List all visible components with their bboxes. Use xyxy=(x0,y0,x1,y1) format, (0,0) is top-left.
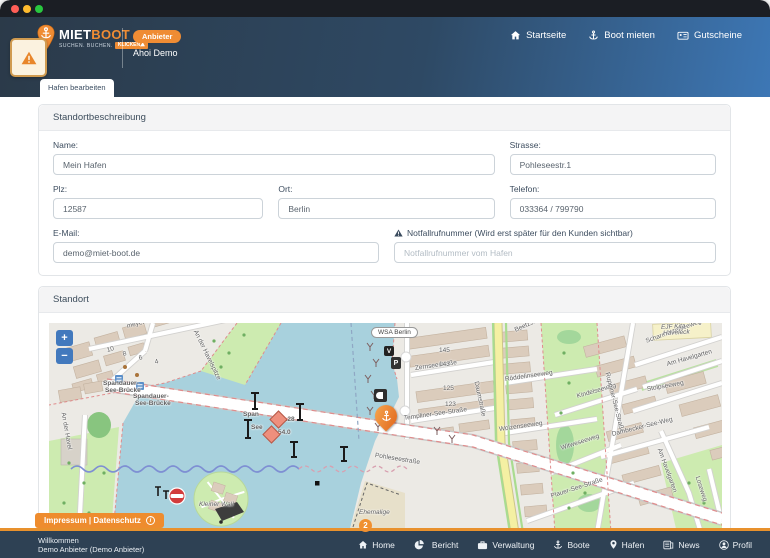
tab-hafen-bearbeiten[interactable]: Hafen bearbeiten xyxy=(40,79,114,97)
map-label: Ehemalige xyxy=(359,509,390,516)
map-label: 125 xyxy=(443,385,454,392)
map-label: See xyxy=(251,424,263,431)
user-icon xyxy=(719,540,729,550)
ort-label: Ort: xyxy=(278,184,494,194)
warning-triangle-icon xyxy=(21,51,37,65)
map-label: Span xyxy=(243,411,259,418)
plz-label: Plz: xyxy=(53,184,263,194)
welcome-text: Willkommen Demo Anbieter (Demo Anbieter) xyxy=(38,536,144,554)
anchor-icon xyxy=(381,410,392,423)
alert-button[interactable] xyxy=(10,38,47,77)
navbar-divider xyxy=(122,28,123,68)
dock-icon xyxy=(374,389,387,402)
footer-item-news[interactable]: News xyxy=(663,540,699,550)
map-label: Haveleck xyxy=(663,329,690,337)
map-label: 143 xyxy=(439,361,450,368)
telefon-label: Telefon: xyxy=(510,184,716,194)
footer-item-boote[interactable]: Boote xyxy=(553,540,589,550)
app-window: MIETBOOT SUCHEN. BUCHEN. KLICKEN Anbiete… xyxy=(0,0,770,558)
nav-item-startseite[interactable]: Startseite xyxy=(510,30,566,41)
strasse-field[interactable] xyxy=(510,154,716,175)
pie-chart-icon xyxy=(414,540,424,550)
name-field[interactable] xyxy=(53,154,495,175)
provider-role-badge: Anbieter xyxy=(133,30,181,43)
parking-icon: P xyxy=(391,357,401,369)
map-label: Spandauer- xyxy=(133,393,169,400)
voucher-icon xyxy=(677,30,689,41)
anchor-icon xyxy=(553,540,563,550)
section-title-standortbeschreibung: Standortbeschreibung xyxy=(39,105,730,131)
notfallrufnummer-field[interactable] xyxy=(394,242,716,263)
zoom-window-button[interactable] xyxy=(35,5,43,13)
map-zoom-out-button[interactable]: − xyxy=(56,348,73,364)
map-label-wsa-berlin: WSA Berlin xyxy=(371,327,418,338)
strasse-label: Strasse: xyxy=(510,140,716,150)
section-title-standort: Standort xyxy=(39,287,730,313)
anchor-icon xyxy=(588,30,599,41)
map-canvas[interactable]: meyer-StraßeAn der HavelspitzeSpandauer-… xyxy=(49,323,722,533)
macos-titlebar xyxy=(0,0,770,17)
email-label: E-Mail: xyxy=(53,228,379,238)
verwaltung-notification-badge: 2 xyxy=(359,519,372,532)
harbor-location-pin[interactable] xyxy=(370,400,401,431)
standortbeschreibung-card: Standortbeschreibung Name: Strasse: Plz: xyxy=(38,104,731,276)
newspaper-icon xyxy=(663,540,674,550)
brand-tagline: SUCHEN. BUCHEN. xyxy=(59,43,113,49)
map-label: See-Brücke xyxy=(135,400,171,407)
map-zoom-in-button[interactable]: + xyxy=(56,330,73,346)
main-content: Standortbeschreibung Name: Strasse: Plz: xyxy=(0,97,770,558)
map-pin-icon xyxy=(609,539,618,550)
standort-card: Standort xyxy=(38,286,731,544)
footer-item-profil[interactable]: Profil xyxy=(719,540,752,550)
notfall-label: Notfallrufnummer (Wird erst später für d… xyxy=(394,228,716,238)
footer-item-bericht[interactable]: Bericht xyxy=(414,540,458,550)
plz-field[interactable] xyxy=(53,198,263,219)
name-label: Name: xyxy=(53,140,495,150)
footer-item-hafen[interactable]: Hafen xyxy=(609,539,645,550)
map-label: Spandauer- xyxy=(103,380,139,387)
close-window-button[interactable] xyxy=(11,5,19,13)
home-icon xyxy=(358,540,368,550)
telefon-field[interactable] xyxy=(510,198,716,219)
nav-item-gutscheine[interactable]: Gutscheine xyxy=(677,30,742,41)
brand-logo[interactable]: MIETBOOT SUCHEN. BUCHEN. KLICKEN xyxy=(36,24,148,52)
top-navbar: MIETBOOT SUCHEN. BUCHEN. KLICKEN Anbiete… xyxy=(0,17,770,97)
ort-field[interactable] xyxy=(278,198,494,219)
footer-item-verwaltung[interactable]: Verwaltung xyxy=(477,540,534,550)
nav-item-boot-mieten[interactable]: Boot mieten xyxy=(588,30,655,41)
footer-item-home[interactable]: Home xyxy=(358,540,395,550)
footer-nav-menu: Home Bericht Verwaltung Boote Hafen News xyxy=(358,539,752,550)
info-icon: i xyxy=(146,516,155,525)
map-label: Kleiner Wall xyxy=(199,501,234,508)
map-label: 123 xyxy=(445,401,456,408)
email-field[interactable] xyxy=(53,242,379,263)
map-label: 145 xyxy=(439,347,450,354)
briefcase-icon xyxy=(477,540,488,550)
map-v-icon: V xyxy=(384,346,394,356)
map-attribution[interactable]: Impressum | Datenschutz i xyxy=(35,513,164,528)
bottom-navbar: Willkommen Demo Anbieter (Demo Anbieter)… xyxy=(0,528,770,558)
provider-name: Ahoi Demo xyxy=(133,48,181,58)
home-icon xyxy=(510,30,521,41)
warning-icon xyxy=(394,229,403,237)
minimize-window-button[interactable] xyxy=(23,5,31,13)
top-nav-menu: Startseite Boot mieten Gutscheine xyxy=(510,30,742,41)
